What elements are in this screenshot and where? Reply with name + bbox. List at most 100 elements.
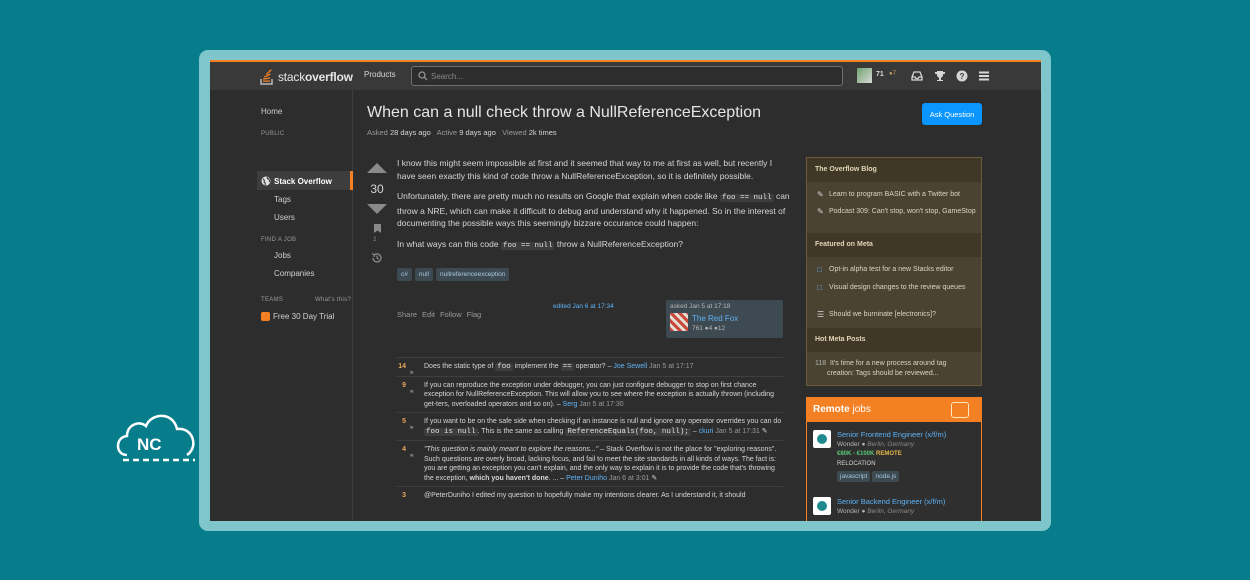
active-value[interactable]: 9 days ago	[459, 128, 496, 137]
owner-stats: 761 ●4 ●12	[692, 325, 726, 332]
top-bar: stackoverflow Products 71 ●7 ?	[210, 60, 1041, 90]
company-logo	[813, 430, 831, 448]
nav-stack-overflow-label: Stack Overflow	[274, 176, 332, 186]
comment: 14 ⚑ Does the static type of foo impleme…	[397, 358, 783, 377]
comment-score: 14	[398, 363, 406, 370]
edit-icon[interactable]: ✎	[651, 475, 657, 482]
follow-link[interactable]: Follow	[440, 310, 462, 319]
inbox-icon[interactable]	[911, 70, 923, 82]
nav-companies[interactable]: Companies	[274, 269, 314, 278]
flag-icon[interactable]: ⚑	[409, 389, 414, 399]
nav-users[interactable]: Users	[274, 213, 295, 222]
tag-null[interactable]: null	[414, 268, 433, 281]
comment-text: @PeterDuniho I edited my question to hop…	[424, 492, 746, 499]
tag-nullreferenceexception[interactable]: nullreferenceexception	[436, 268, 510, 281]
stackoverflow-screen: stackoverflow Products 71 ●7 ?	[210, 60, 1041, 521]
job-title[interactable]: Senior Frontend Engineer (x/f/m)	[837, 430, 946, 439]
share-link[interactable]: Share	[397, 310, 417, 319]
comment-text: If you want to be on the safe side when …	[424, 418, 782, 436]
job-tag-javascript[interactable]: javascript	[837, 471, 871, 482]
meta-square-icon: □	[817, 265, 822, 274]
meta-item[interactable]: □ Opt-in alpha test for a new Stacks edit…	[817, 265, 977, 275]
history-icon[interactable]	[371, 252, 383, 264]
owner-card: asked Jan 5 at 17:18 The Red Fox 761 ●4 …	[666, 300, 783, 338]
blog-item[interactable]: ✎ Learn to program BASIC with a Twitter b…	[817, 190, 977, 200]
achievements-icon[interactable]	[934, 70, 946, 82]
globe-icon	[261, 176, 271, 186]
comment-text: If you can reproduce the exception under…	[424, 381, 775, 408]
comment-date: Jan 5 at 17:30	[579, 400, 624, 408]
flag-link[interactable]: Flag	[467, 310, 482, 319]
jobs-icon	[951, 402, 969, 418]
owner-name[interactable]: The Red Fox	[692, 314, 738, 323]
teams-whats-this-link[interactable]: What's this?	[315, 297, 351, 303]
flag-icon[interactable]: ⚑	[409, 453, 414, 463]
comment: 4 ⚑ "This question is mainly meant to ex…	[397, 441, 783, 487]
nav-tags[interactable]: Tags	[274, 195, 291, 204]
search-box[interactable]	[411, 66, 843, 86]
blog-item[interactable]: ✎ Podcast 309: Can't stop, won't stop, Ga…	[817, 207, 977, 217]
viewed-value: 2k times	[528, 128, 557, 137]
search-icon	[418, 71, 428, 81]
products-link[interactable]: Products	[364, 70, 396, 79]
user-avatar[interactable]	[857, 68, 872, 83]
job-title[interactable]: Senior Backend Engineer (x/f/m)	[837, 497, 945, 506]
job-salary: €80K - €100K REMOTE	[837, 451, 902, 457]
hot-meta-item[interactable]: 118 It's time for a new process around ta…	[815, 359, 975, 378]
question-title[interactable]: When can a null check throw a NullRefere…	[367, 104, 761, 122]
pencil-icon: ✎	[817, 190, 824, 199]
job-tag-nodejs[interactable]: node.js	[872, 471, 900, 482]
nav-stack-overflow[interactable]: Stack Overflow	[261, 176, 332, 186]
nav-free-trial[interactable]: Free 30 Day Trial	[261, 312, 334, 321]
bronze-badges: ●7	[889, 71, 896, 77]
nav-section-public: PUBLIC	[261, 131, 285, 137]
upvote-icon[interactable]	[366, 162, 388, 174]
question-meta: Asked 28 days ago Active 9 days ago View…	[367, 128, 557, 137]
comment-user[interactable]: Joe Sewell	[613, 363, 647, 370]
meta-item[interactable]: □ Visual design changes to the review que…	[817, 283, 977, 293]
downvote-icon[interactable]	[366, 203, 388, 215]
nav-free-trial-label: Free 30 Day Trial	[273, 312, 335, 321]
nc-cloud-logo: NC	[116, 414, 195, 462]
post-paragraph-3: In what ways can this code foo == null t…	[397, 238, 684, 250]
comment-date: Jan 5 at 17:17	[649, 363, 694, 370]
tag-csharp[interactable]: c#	[397, 268, 412, 281]
teams-icon	[261, 312, 270, 321]
comment-user[interactable]: Peter Duniho	[566, 475, 607, 482]
comment-user[interactable]: Serg	[563, 401, 578, 408]
hot-meta-count: 118	[815, 360, 827, 367]
blog-header: The Overflow Blog	[807, 158, 981, 182]
meta-header: Featured on Meta	[807, 233, 981, 257]
inline-code: foo == null	[500, 241, 555, 250]
bookmark-icon[interactable]	[373, 223, 382, 234]
comment-score: 9	[402, 381, 406, 389]
edited-link[interactable]: edited Jan 6 at 17:34	[553, 303, 614, 310]
edit-link[interactable]: Edit	[422, 310, 435, 319]
flag-icon[interactable]: ⚑	[409, 425, 414, 435]
nav-section-teams: TEAMS	[261, 297, 284, 303]
ask-question-button[interactable]: Ask Question	[922, 103, 982, 125]
job-company: Wonder ● Berlin, Germany	[837, 441, 915, 448]
search-input[interactable]	[431, 69, 831, 83]
job-relocation: RELOCATION	[837, 461, 876, 467]
company-logo	[813, 497, 831, 515]
comment: 3 @PeterDuniho I edited my question to h…	[397, 487, 783, 504]
nav-home[interactable]: Home	[261, 107, 282, 116]
job-tags: javascript node.js	[837, 471, 900, 482]
logo-text: stackoverflow	[278, 70, 353, 84]
comment-text: Does the static type of foo implement th…	[424, 363, 694, 371]
comments-list: 14 ⚑ Does the static type of foo impleme…	[397, 357, 783, 504]
comment-user[interactable]: ckuri	[699, 428, 714, 435]
edit-icon[interactable]: ✎	[762, 428, 768, 435]
owner-asked-date: asked Jan 5 at 17:18	[670, 303, 731, 310]
svg-text:?: ?	[960, 72, 965, 81]
remote-jobs-widget: Remote jobs Senior Frontend Engineer (x/…	[806, 397, 982, 521]
question-tags: c# null nullreferenceexception	[397, 268, 510, 281]
stackoverflow-logo[interactable]: stackoverflow	[260, 68, 353, 86]
owner-avatar[interactable]	[670, 313, 688, 331]
help-icon[interactable]: ?	[956, 70, 968, 82]
nav-jobs[interactable]: Jobs	[274, 251, 291, 260]
comment-score: 4	[402, 446, 406, 453]
site-switcher-icon[interactable]	[978, 70, 990, 82]
meta-item[interactable]: ☰ Should we burninate [electronics]?	[817, 310, 977, 320]
